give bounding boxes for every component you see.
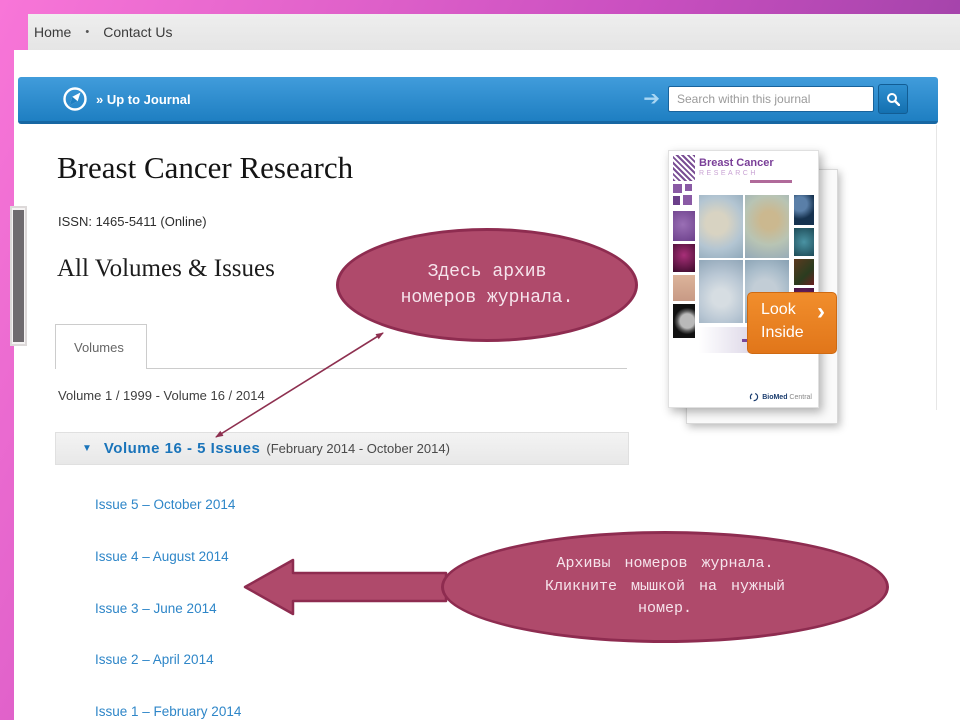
publisher-name-bold: BioMed [762, 394, 787, 401]
cover-thumbnail [673, 184, 695, 208]
cover-left-thumbnails [673, 155, 695, 341]
pixel-arrow-icon: ➔ [643, 89, 660, 109]
compass-icon [62, 86, 88, 112]
callout-text-line: Архивы номеров журнала. [444, 553, 886, 576]
cover-thumbnail [673, 304, 695, 338]
callout-text-line: номер. [444, 598, 886, 621]
issue-1-link[interactable]: Issue 1 – February 2014 [95, 704, 241, 719]
cover-thumbnail [673, 155, 695, 181]
issue-2-link[interactable]: Issue 2 – April 2014 [95, 652, 214, 667]
journal-cover: Breast Cancer RESEARCH BioMed Central [668, 150, 819, 408]
scrollbar-thumb[interactable] [13, 210, 24, 342]
cover-title-line2: RESEARCH [699, 170, 792, 177]
issue-3-link[interactable]: Issue 3 – June 2014 [95, 601, 217, 616]
separator-bullet: • [85, 26, 89, 38]
publisher-name-rest: Central [789, 394, 812, 401]
search-icon [886, 92, 900, 106]
publisher-logo: BioMed Central [673, 390, 812, 404]
search-input[interactable] [668, 86, 874, 112]
volume-16-dates: (February 2014 - October 2014) [266, 441, 450, 456]
cover-thumbnail [794, 195, 814, 225]
site-topbar: Home • Contact Us [28, 14, 960, 51]
scrollbar[interactable] [10, 206, 27, 346]
page-title: Breast Cancer Research [57, 150, 353, 186]
cover-image [745, 195, 789, 258]
volume-range-text: Volume 1 / 1999 - Volume 16 / 2014 [58, 388, 265, 403]
issn-text: ISSN: 1465-5411 (Online) [58, 214, 207, 229]
up-to-journal-link[interactable]: » Up to Journal [96, 92, 191, 107]
chevron-right-icon: › [817, 298, 825, 326]
look-inside-button[interactable]: Look Inside › [747, 292, 837, 354]
callout-text-line: Кликните мышкой на нужный [444, 576, 886, 599]
journal-header-bar: » Up to Journal ➔ [18, 77, 938, 124]
cover-thumbnail [794, 259, 814, 285]
callout-click-note: Архивы номеров журнала. Кликните мышкой … [441, 531, 889, 643]
callout-text-line: Здесь архив [339, 259, 635, 285]
presentation-slide: Home • Contact Us » Up to Journal ➔ [0, 0, 960, 720]
cover-image [699, 260, 743, 323]
search-area: ➔ [643, 84, 908, 114]
cover-image [699, 195, 743, 258]
search-button[interactable] [878, 84, 908, 114]
volume-16-row[interactable]: ▼ Volume 16 - 5 Issues (February 2014 - … [55, 432, 629, 465]
cover-thumbnail [673, 275, 695, 301]
callout-archive-note: Здесь архив номеров журнала. [336, 228, 638, 342]
issue-5-link[interactable]: Issue 5 – October 2014 [95, 497, 235, 512]
home-link[interactable]: Home [34, 24, 71, 40]
biomed-central-icon [749, 392, 759, 402]
content-divider [936, 125, 937, 410]
cover-thumbnail [794, 228, 814, 256]
chevron-down-icon: ▼ [82, 443, 92, 454]
look-inside-label-1: Look [761, 301, 796, 319]
cover-thumbnail [673, 211, 695, 241]
cover-url-line [699, 180, 792, 183]
look-inside-label-2: Inside [761, 324, 804, 342]
callout-text-line: номеров журнала. [339, 285, 635, 311]
tab-volumes-label: Volumes [74, 340, 124, 355]
cover-title-line1: Breast Cancer [699, 157, 792, 169]
issue-4-link[interactable]: Issue 4 – August 2014 [95, 549, 229, 564]
volume-16-label: Volume 16 - 5 Issues [104, 440, 260, 457]
section-title: All Volumes & Issues [57, 255, 275, 283]
cover-thumbnail [673, 244, 695, 272]
contact-us-link[interactable]: Contact Us [103, 24, 172, 40]
tab-volumes[interactable]: Volumes [55, 324, 147, 369]
cover-header: Breast Cancer RESEARCH [699, 157, 792, 183]
